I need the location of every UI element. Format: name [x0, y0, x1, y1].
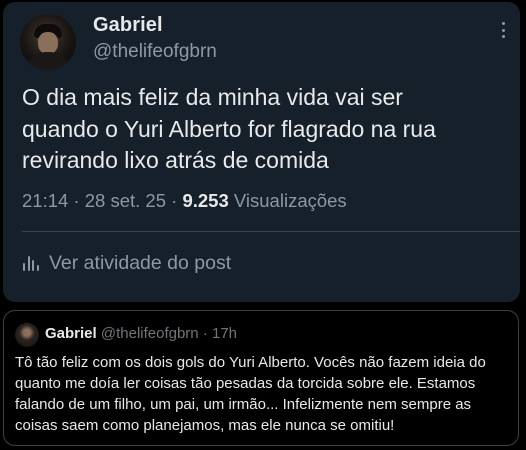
- divider: [22, 231, 520, 232]
- avatar-body: [26, 52, 70, 70]
- tweet-meta: 21:14 · 28 set. 25 · 9.253 Visualizações: [22, 190, 347, 212]
- quoted-author-avatar: [15, 323, 39, 347]
- screenshot-canvas: Gabriel @thelifeofgbrn O dia mais feliz …: [0, 0, 526, 450]
- quoted-author-name: Gabriel: [45, 325, 97, 342]
- view-activity-label: Ver atividade do post: [49, 251, 232, 274]
- analytics-bars-icon: [22, 254, 40, 272]
- views-count: 9.253: [182, 190, 229, 211]
- quoted-separator: ·: [202, 325, 208, 342]
- quoted-tweet-card[interactable]: Gabriel @thelifeofgbrn · 17h Tô tão feli…: [3, 310, 519, 446]
- view-activity-link[interactable]: Ver atividade do post: [22, 251, 231, 275]
- tweet-date[interactable]: 28 set. 25: [85, 190, 166, 211]
- tweet-time[interactable]: 21:14: [22, 190, 68, 211]
- main-tweet-card[interactable]: Gabriel @thelifeofgbrn O dia mais feliz …: [3, 2, 520, 302]
- avatar-face: [38, 32, 58, 54]
- quoted-author-handle: @thelifeofgbrn: [100, 325, 199, 342]
- quoted-header: Gabriel @thelifeofgbrn · 17h: [45, 325, 237, 342]
- author-avatar[interactable]: [20, 14, 76, 70]
- author-handle[interactable]: @thelifeofgbrn: [93, 41, 217, 63]
- views-label: Visualizações: [233, 190, 347, 211]
- more-options-icon[interactable]: [495, 20, 511, 40]
- meta-separator: ·: [171, 190, 178, 211]
- tweet-text: O dia mais feliz da minha vida vai ser q…: [22, 84, 436, 173]
- quoted-tweet-text: Tô tão feliz com os dois gols do Yuri Al…: [15, 354, 486, 434]
- meta-separator: ·: [73, 190, 80, 211]
- author-name[interactable]: Gabriel: [93, 14, 163, 37]
- quoted-age: 17h: [212, 325, 238, 342]
